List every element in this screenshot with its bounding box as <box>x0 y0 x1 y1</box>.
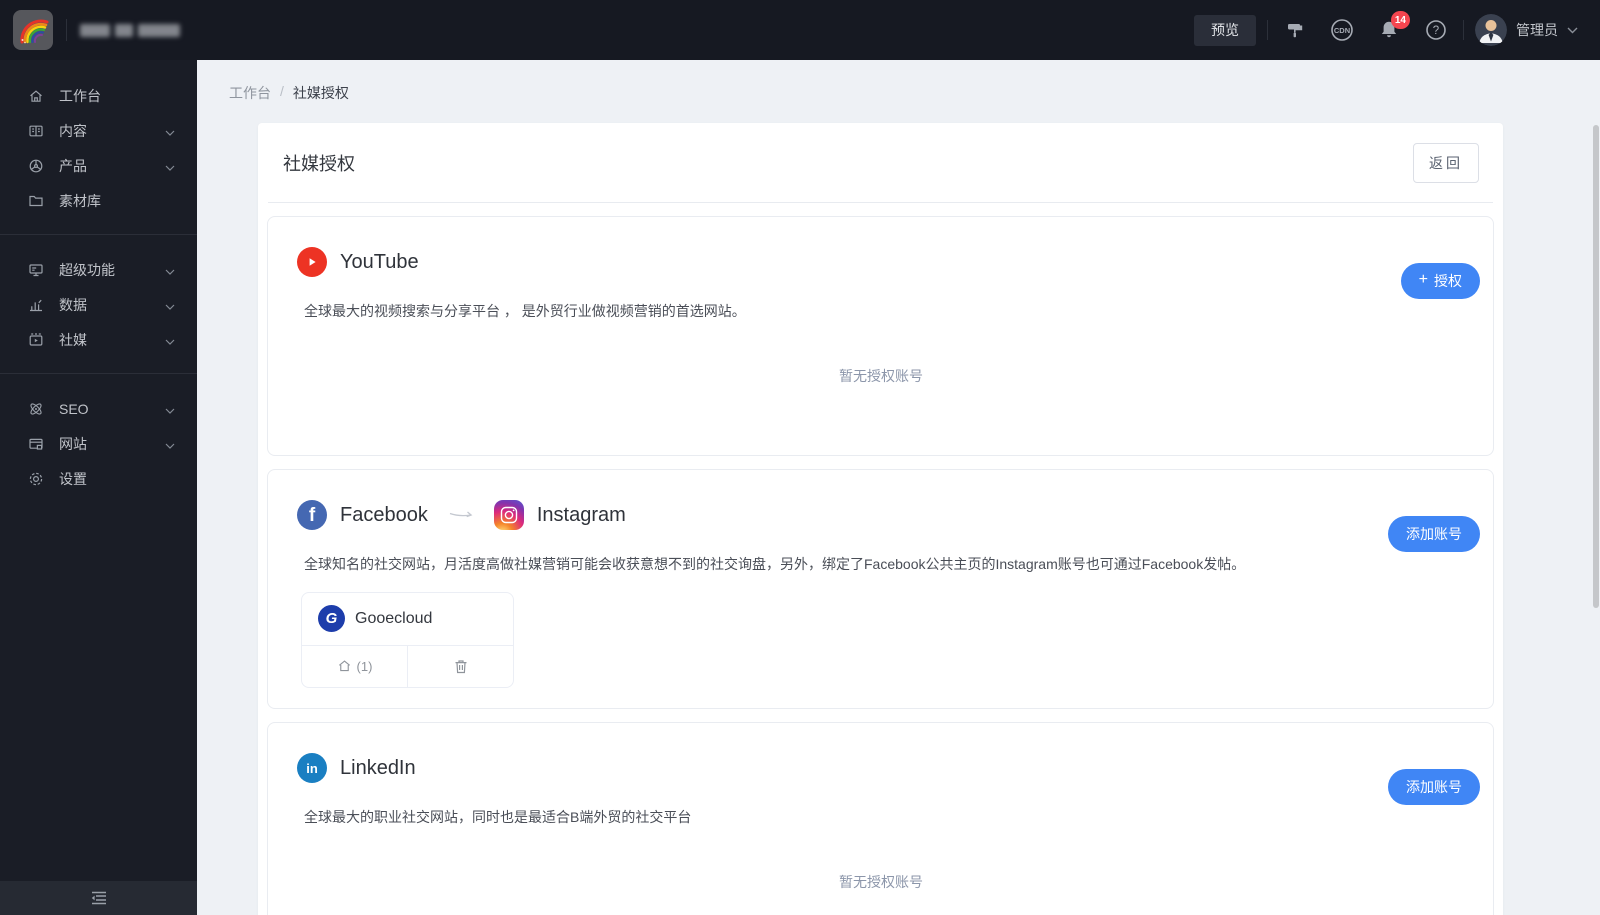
user-name: 管理员 <box>1516 22 1558 38</box>
platform-name: YouTube <box>340 250 419 273</box>
account-footer: (1) <box>302 644 513 687</box>
card-header: 社媒授权 返回 <box>258 123 1503 202</box>
chevron-down-icon <box>165 262 175 278</box>
empty-accounts-text: 暂无授权账号 <box>839 873 923 890</box>
sidebar-item-assets[interactable]: 素材库 <box>0 183 197 218</box>
sidebar-item-social-media[interactable]: 社媒 <box>0 322 197 357</box>
svg-text:?: ? <box>1433 25 1439 37</box>
video-icon <box>28 332 44 348</box>
account-name: Gooecloud <box>355 609 433 627</box>
sidebar-item-settings[interactable]: 设置 <box>0 461 197 496</box>
account-avatar: G <box>318 605 345 633</box>
page-title: 社媒授权 <box>283 153 355 174</box>
sidebar-item-content[interactable]: 内容 <box>0 113 197 148</box>
chevron-down-icon <box>165 401 175 417</box>
account-delete-button[interactable] <box>408 646 513 687</box>
sidebar-item-website[interactable]: 网站 <box>0 426 197 461</box>
topbar-divider <box>66 19 67 41</box>
sidebar-item-product[interactable]: 产品 <box>0 148 197 183</box>
trash-icon <box>455 659 466 673</box>
plus-icon: + <box>1418 271 1428 288</box>
cdn-icon[interactable]: CDN <box>1330 18 1354 42</box>
sidebar-collapse-button[interactable] <box>0 881 197 915</box>
breadcrumb-current: 社媒授权 <box>292 85 349 101</box>
social-auth-card: 社媒授权 返回 YouTube 全球最大的视频搜索与分享平台 ， 是外贸行业做视… <box>258 123 1503 915</box>
sidebar-item-super-features[interactable]: 超级功能 <box>0 252 197 287</box>
gear-icon <box>28 471 44 487</box>
chevron-down-icon <box>165 158 175 174</box>
home-icon <box>28 88 44 104</box>
youtube-icon <box>297 247 327 277</box>
app-logo[interactable] <box>13 10 53 50</box>
back-button[interactable]: 返回 <box>1413 142 1479 183</box>
bar-chart-icon <box>28 297 44 313</box>
user-menu[interactable]: 管理员 <box>1475 14 1578 46</box>
paint-roller-icon[interactable] <box>1283 18 1307 42</box>
chevron-down-icon <box>165 436 175 452</box>
platform-name: LinkedIn <box>340 756 416 779</box>
menu-fold-icon <box>91 891 106 905</box>
preview-button[interactable]: 预览 <box>1194 14 1256 46</box>
avatar <box>1475 14 1507 46</box>
notification-bell-icon[interactable]: 14 <box>1377 11 1410 42</box>
breadcrumb: 工作台 / 社媒授权 <box>197 60 1600 103</box>
topbar-separator <box>1267 20 1268 40</box>
instagram-icon <box>493 500 524 530</box>
divider <box>268 202 1493 203</box>
browser-icon <box>28 436 44 452</box>
svg-text:CDN: CDN <box>1334 26 1350 35</box>
monitor-icon <box>28 262 44 278</box>
chevron-down-icon <box>165 297 175 313</box>
topbar-separator <box>1463 20 1464 40</box>
platform-description: 全球最大的职业社交网站，同时也是最适合B端外贸的社交平台 <box>304 809 692 825</box>
empty-accounts-text: 暂无授权账号 <box>839 367 923 384</box>
platform-section-youtube: YouTube 全球最大的视频搜索与分享平台 ， 是外贸行业做视频营销的首选网站… <box>267 216 1494 456</box>
platform-description: 全球知名的社交网站，月活度高做社媒营销可能会收获意想不到的社交询盘，另外，绑定了… <box>304 556 1246 572</box>
authorize-button[interactable]: + 授权 <box>1400 263 1480 299</box>
add-account-button[interactable]: 添加账号 <box>1388 769 1480 805</box>
content-icon <box>28 123 44 139</box>
account-head: G Gooecloud <box>302 593 513 645</box>
brand-name-redacted <box>80 23 180 37</box>
facebook-icon: f <box>297 500 327 530</box>
add-account-button[interactable]: 添加账号 <box>1388 516 1480 552</box>
notification-badge: 14 <box>1390 11 1410 29</box>
atom-icon <box>28 401 44 417</box>
account-pages-button[interactable]: (1) <box>302 645 408 687</box>
product-icon <box>28 158 44 174</box>
platform-section-linkedin: in LinkedIn 全球最大的职业社交网站，同时也是最适合B端外贸的社交平台… <box>267 722 1494 915</box>
breadcrumb-separator: / <box>280 83 284 99</box>
platform-section-facebook-instagram: f Facebook Instagram 全球知名的社交网站，月活度高做社媒营销… <box>267 469 1494 709</box>
sidebar-divider <box>0 234 197 235</box>
platform-name: Facebook <box>340 503 428 526</box>
folder-icon <box>28 193 44 209</box>
help-icon[interactable]: ? <box>1424 18 1448 42</box>
chevron-down-icon <box>165 123 175 139</box>
platform-description: 全球最大的视频搜索与分享平台 ， 是外贸行业做视频营销的首选网站。 <box>304 303 746 319</box>
platform-name-linked: Instagram <box>536 503 626 526</box>
rainbow-logo-icon <box>20 19 49 44</box>
sidebar-divider <box>0 373 197 374</box>
sidebar-item-seo[interactable]: SEO <box>0 391 197 426</box>
arrow-right-icon <box>449 510 473 520</box>
sidebar-item-data[interactable]: 数据 <box>0 287 197 322</box>
breadcrumb-home[interactable]: 工作台 <box>229 83 271 103</box>
sidebar-item-workbench[interactable]: 工作台 <box>0 78 197 113</box>
linkedin-icon: in <box>297 753 327 783</box>
sidebar: 工作台 内容 产品 素材库 超级功能 数据 社媒 SEO 网站 设置 <box>0 60 197 915</box>
topbar: 预览 CDN 14 ? 管理员 <box>0 0 1600 60</box>
main-content: 工作台 / 社媒授权 社媒授权 返回 YouTube 全球最大的视频搜索与分享平… <box>197 60 1600 915</box>
vertical-scrollbar[interactable] <box>1593 125 1599 608</box>
account-card: G Gooecloud (1) <box>301 591 514 688</box>
home-icon <box>338 660 350 672</box>
chevron-down-icon <box>165 332 175 348</box>
chevron-down-icon <box>1567 21 1578 39</box>
